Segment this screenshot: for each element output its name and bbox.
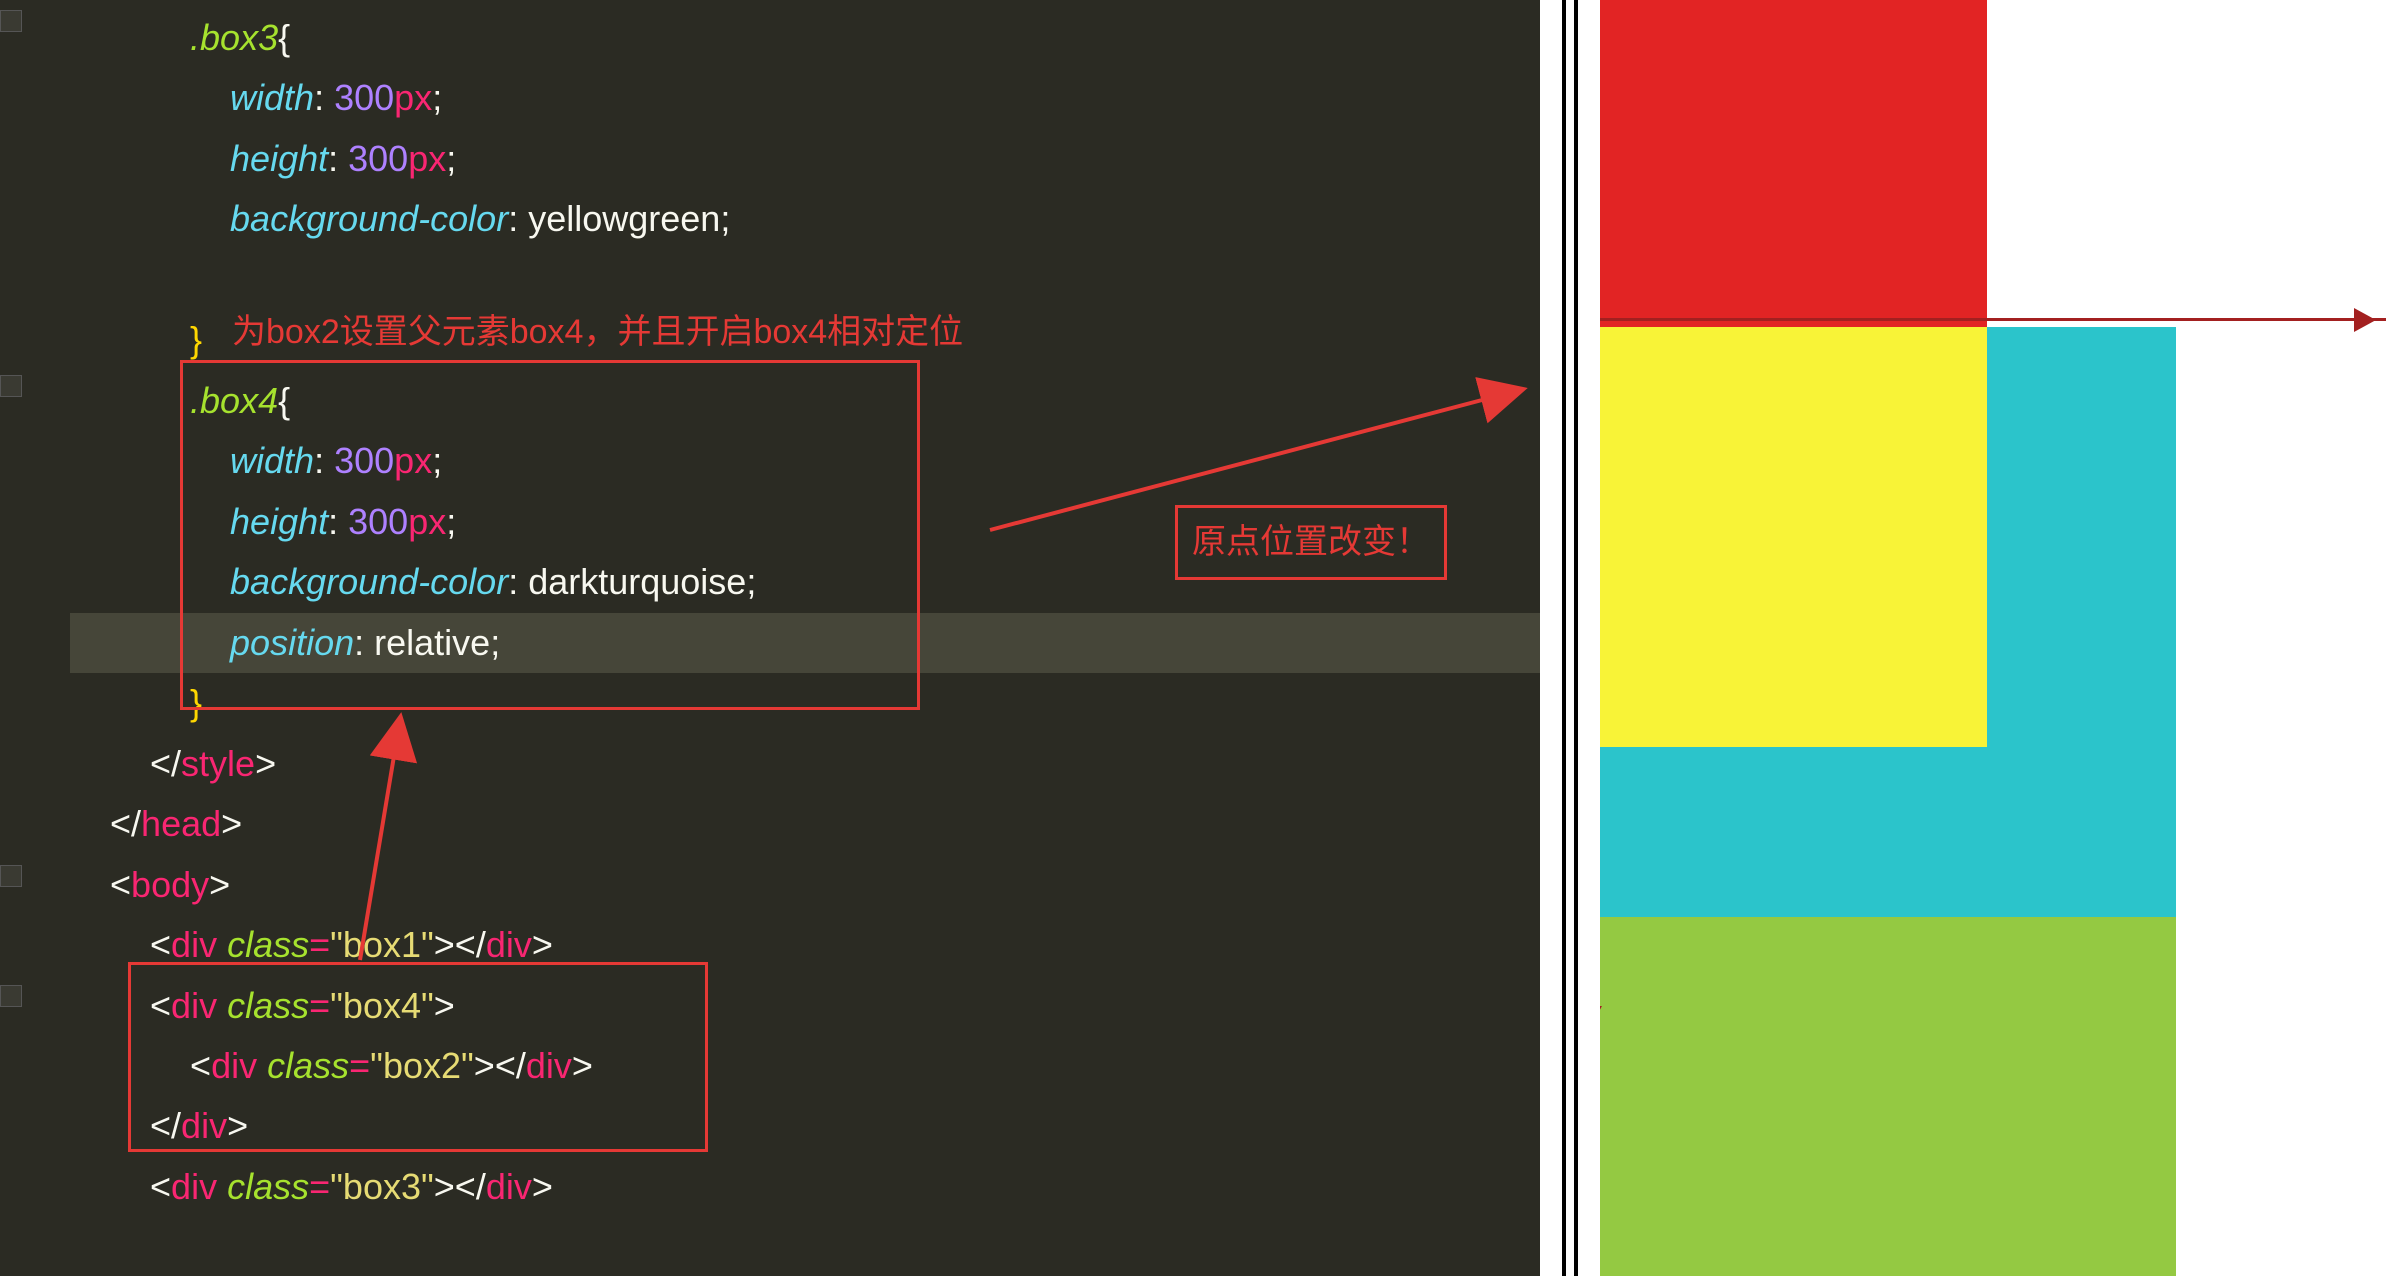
code-line[interactable]: width: 300px;	[70, 68, 1540, 128]
axis-x-arrow-icon	[1600, 318, 2386, 321]
annotation-box-html	[128, 962, 708, 1152]
code-line[interactable]: </style>	[70, 734, 1540, 794]
browser-preview	[1600, 0, 2386, 1276]
pane-divider[interactable]	[1540, 0, 1600, 1276]
annotation-box-css	[180, 360, 920, 710]
code-editor[interactable]: .box3{ width: 300px; height: 300px; back…	[0, 0, 1540, 1276]
fold-marker-icon[interactable]	[0, 985, 22, 1007]
code-line[interactable]: height: 300px;	[70, 129, 1540, 189]
code-line[interactable]: .box3{	[70, 8, 1540, 68]
divider-bar-icon	[1562, 0, 1578, 1276]
editor-gutter	[0, 0, 22, 1276]
fold-marker-icon[interactable]	[0, 865, 22, 887]
code-line[interactable]: <div class="box3"></div>	[70, 1157, 1540, 1217]
preview-box1	[1600, 0, 1987, 327]
code-line[interactable]	[70, 250, 1540, 310]
preview-box3	[1600, 917, 2176, 1276]
fold-marker-icon[interactable]	[0, 10, 22, 32]
code-line[interactable]: </head>	[70, 794, 1540, 854]
preview-box2	[1600, 327, 1987, 747]
code-line[interactable]: <body>	[70, 855, 1540, 915]
fold-marker-icon[interactable]	[0, 375, 22, 397]
annotation-comment-parent: 为box2设置父元素box4，并且开启box4相对定位	[232, 304, 963, 361]
code-line[interactable]: background-color: yellowgreen;	[70, 189, 1540, 249]
annotation-origin-changed: 原点位置改变！	[1175, 505, 1447, 580]
